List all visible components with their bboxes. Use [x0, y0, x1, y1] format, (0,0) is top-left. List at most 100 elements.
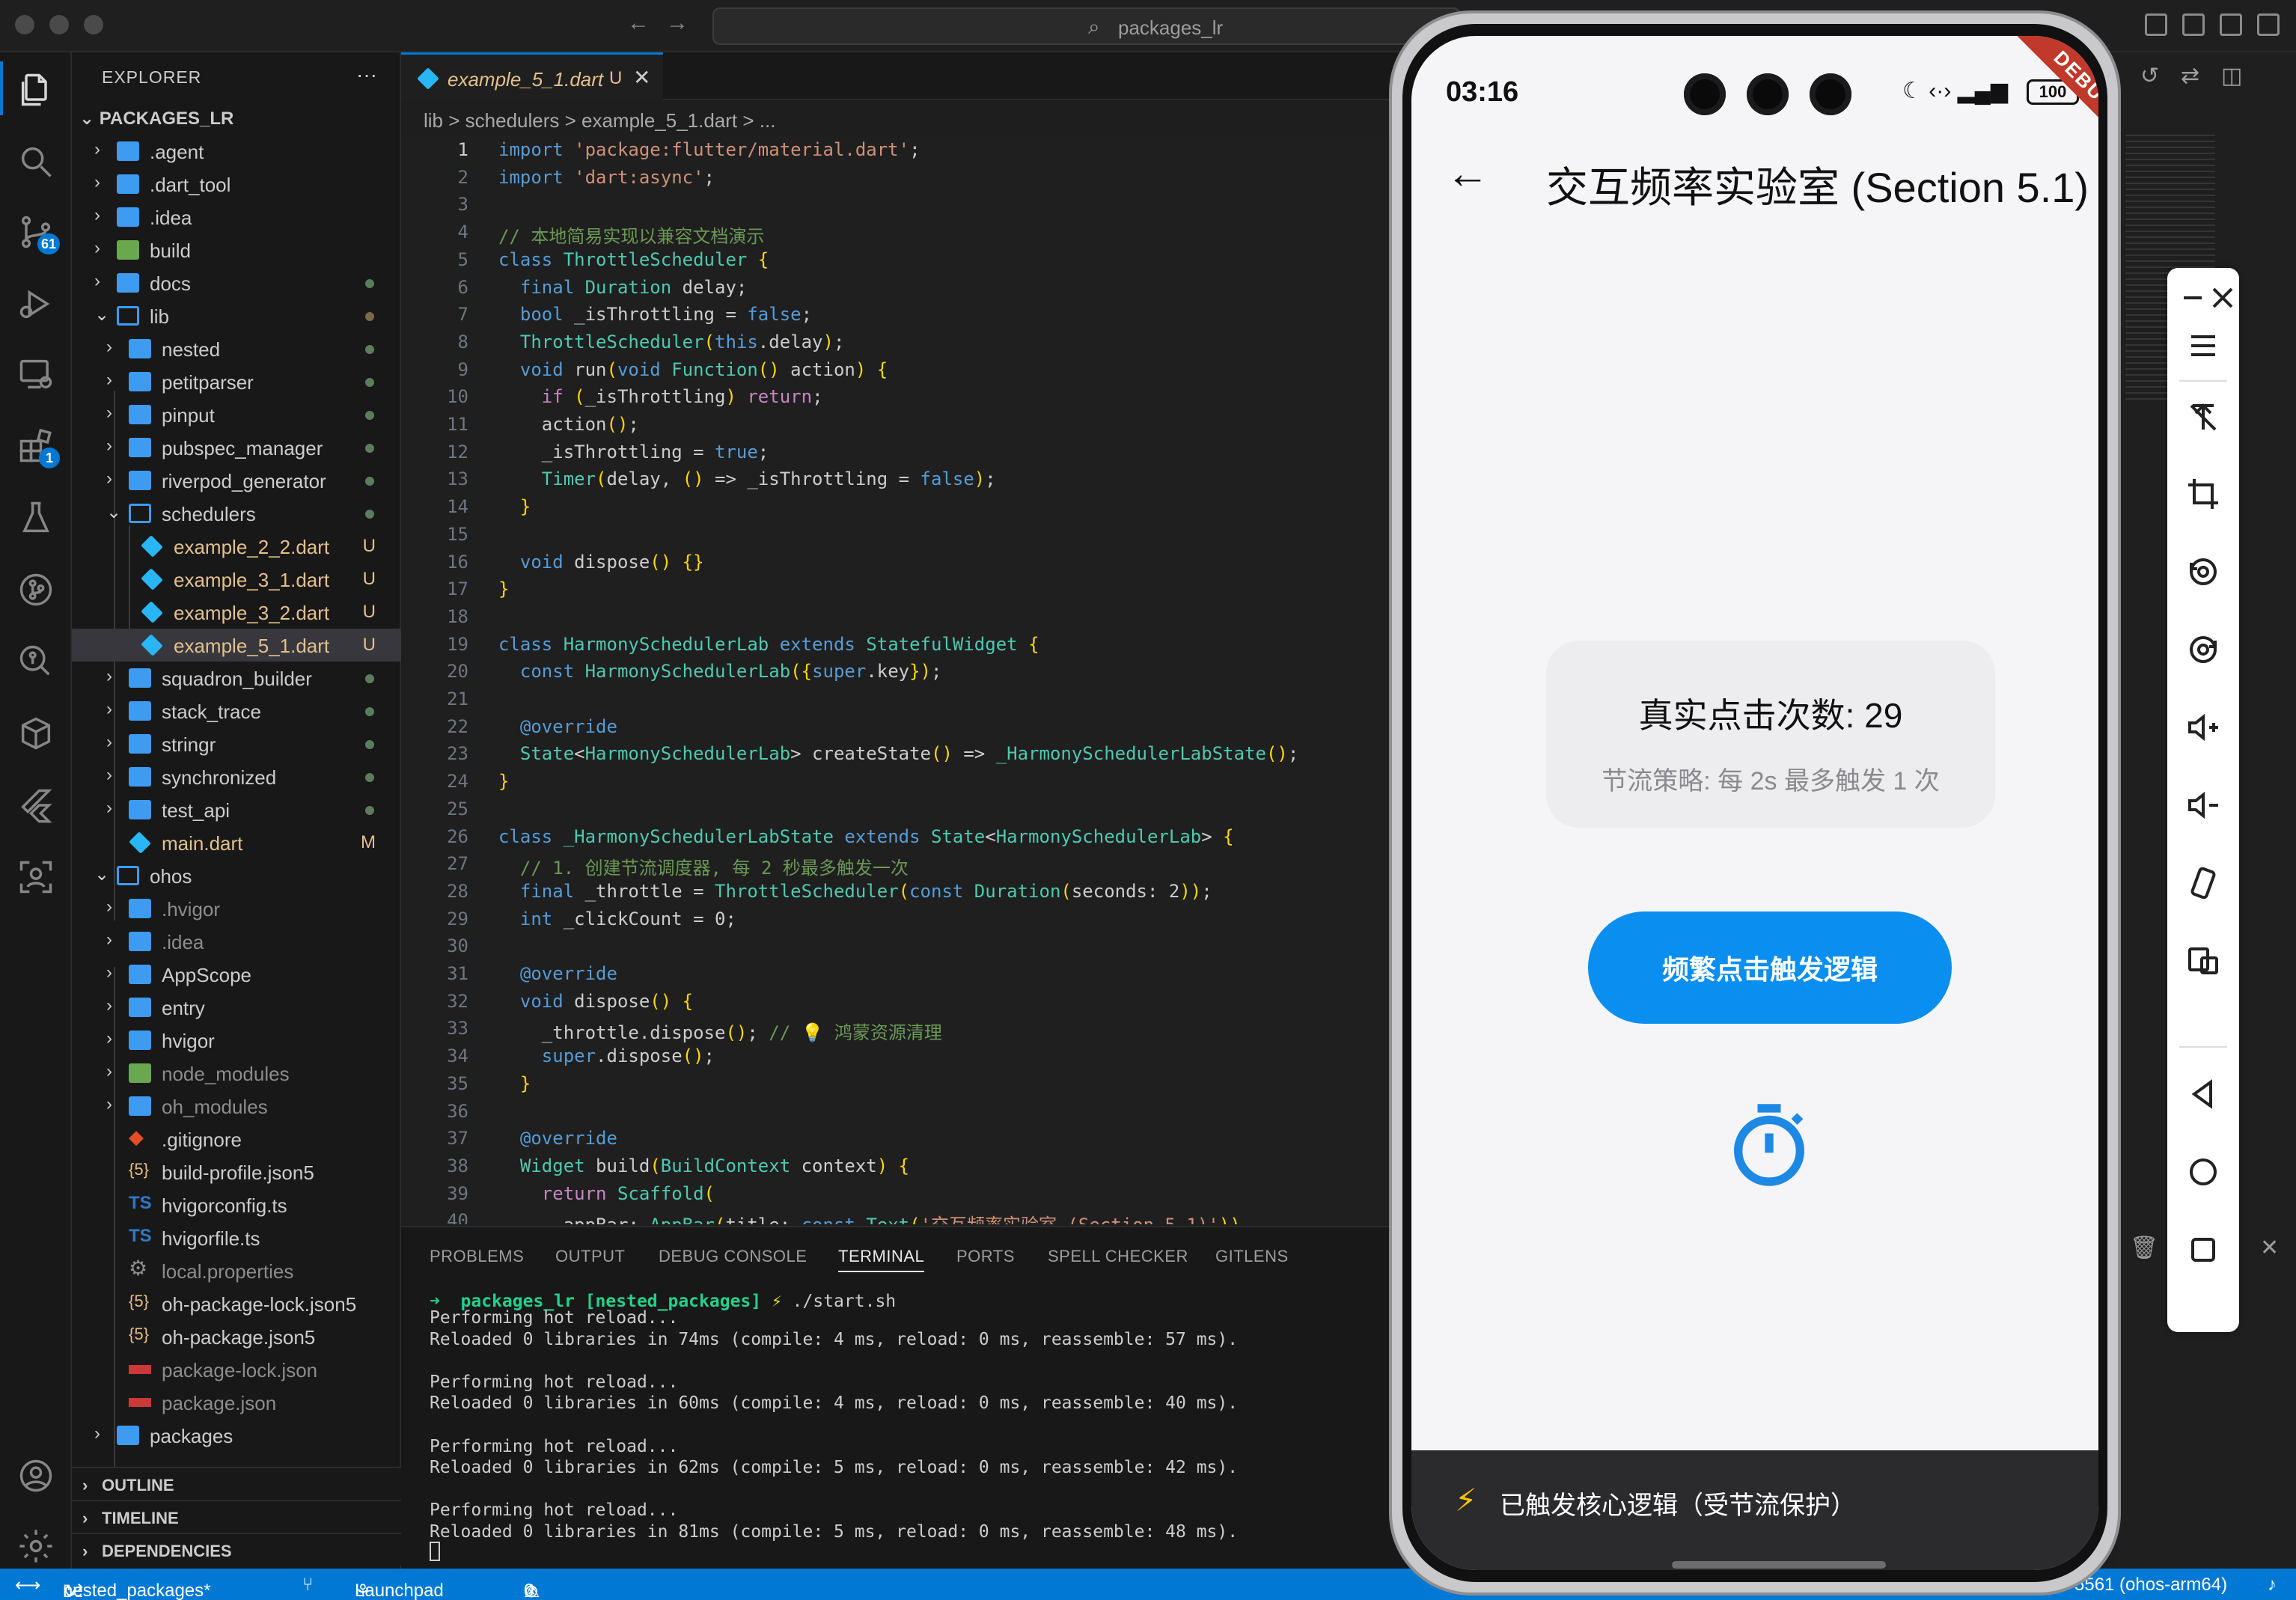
layout-icon[interactable]	[2145, 13, 2167, 36]
zoom-window-button[interactable]	[84, 15, 103, 34]
toggle-panel-icon[interactable]	[2220, 13, 2242, 36]
tree-item-file[interactable]: example_3_2.dart U	[72, 596, 401, 629]
tree-item-file[interactable]: {5} build-profile.json5	[72, 1155, 401, 1188]
back-arrow-icon[interactable]: ←	[627, 10, 650, 36]
scan-face-icon[interactable]	[16, 858, 55, 897]
tree-item-folder[interactable]: › AppScope	[72, 958, 401, 991]
source-control-icon[interactable]: 61	[16, 213, 60, 254]
pin-off-icon[interactable]	[2185, 400, 2221, 436]
split-editor-icon[interactable]: ◫	[2221, 63, 2242, 89]
tree-item-folder[interactable]: › .idea	[72, 201, 401, 233]
tree-item-file[interactable]: main.dart M	[72, 826, 401, 859]
tree-item-file[interactable]: {5} oh-package.json5	[72, 1320, 401, 1353]
tree-item-file[interactable]: TS hvigorfile.ts	[72, 1221, 401, 1254]
tab-example-5-1[interactable]: example_5_1.dart U ✕	[401, 52, 663, 100]
run-debug-icon[interactable]	[16, 284, 55, 323]
gitlens-inspect-icon[interactable]	[16, 642, 55, 681]
remote-explorer-icon[interactable]	[16, 355, 55, 394]
tree-item-folder[interactable]: › .dart_tool	[72, 168, 401, 201]
tree-item-folder[interactable]: › stringr	[72, 727, 401, 760]
testing-flask-icon[interactable]	[16, 498, 55, 537]
tree-item-folder[interactable]: › .hvigor	[72, 892, 401, 925]
menu-icon[interactable]	[2185, 328, 2221, 364]
tab-debug-console[interactable]: DEBUG CONSOLE	[659, 1247, 807, 1266]
close-icon[interactable]: ✕	[633, 65, 650, 90]
close-icon[interactable]	[2205, 280, 2233, 308]
device-selector[interactable]: 5561 (ohos-arm64)	[2074, 1575, 2227, 1596]
back-arrow-icon[interactable]: ←	[1446, 148, 1489, 198]
tab-gitlens[interactable]: GITLENS	[1215, 1247, 1289, 1266]
extensions-icon[interactable]: 1	[16, 427, 60, 468]
dependencies-section[interactable]: › DEPENDENCIES	[72, 1533, 401, 1566]
outline-section[interactable]: › OUTLINE	[72, 1467, 401, 1500]
settings-gear-icon[interactable]	[16, 1527, 55, 1566]
record-icon[interactable]	[2185, 632, 2221, 668]
tree-item-folder[interactable]: › stack_trace	[72, 694, 401, 727]
tree-item-file[interactable]: ⚙ local.properties	[72, 1254, 401, 1287]
toggle-secondary-sidebar-icon[interactable]	[2257, 13, 2280, 36]
crop-screenshot-icon[interactable]	[2185, 476, 2221, 512]
forward-arrow-icon[interactable]: →	[666, 10, 689, 36]
tree-item-folder[interactable]: ⌄ lib	[72, 299, 401, 332]
tree-item-folder[interactable]: ⌄ schedulers	[72, 497, 401, 530]
more-actions-button[interactable]: ···	[356, 63, 377, 87]
containers-icon[interactable]	[16, 714, 55, 753]
nav-back-icon[interactable]	[2185, 1076, 2221, 1112]
tree-item-folder[interactable]: › petitparser	[72, 365, 401, 398]
volume-down-icon[interactable]	[2185, 787, 2221, 823]
search-icon[interactable]	[16, 142, 55, 181]
account-icon[interactable]	[16, 1456, 55, 1495]
tab-terminal[interactable]: TERMINAL	[838, 1247, 925, 1272]
minimize-window-button[interactable]	[49, 15, 69, 34]
trash-icon[interactable]: 🗑	[2130, 1235, 2158, 1261]
tree-item-file[interactable]: TS hvigorconfig.ts	[72, 1188, 401, 1221]
close-panel-icon[interactable]: ✕	[2260, 1235, 2279, 1261]
home-indicator[interactable]	[1672, 1561, 1886, 1569]
tree-item-file[interactable]: ◆ .gitignore	[72, 1123, 401, 1155]
command-center-search[interactable]: ⌕ packages_lr	[712, 7, 1461, 45]
tree-item-folder[interactable]: › oh_modules	[72, 1090, 401, 1123]
remote-icon[interactable]: ⟷	[15, 1575, 40, 1596]
tree-item-file[interactable]: {5} oh-package-lock.json5	[72, 1287, 401, 1320]
tree-item-folder[interactable]: › entry	[72, 991, 401, 1024]
rotate-icon[interactable]	[2185, 554, 2221, 590]
tree-item-folder[interactable]: › build	[72, 233, 401, 266]
flutter-icon[interactable]	[16, 786, 55, 825]
nav-home-icon[interactable]	[2185, 1154, 2221, 1190]
tab-output[interactable]: OUTPUT	[555, 1247, 625, 1266]
tree-item-file[interactable]: package-lock.json	[72, 1353, 401, 1386]
tree-item-file[interactable]: example_2_2.dart U	[72, 530, 401, 563]
code-editor[interactable]: 1 import 'package:flutter/material.dart';…	[401, 135, 1464, 1224]
tree-item-folder[interactable]: › riverpod_generator	[72, 464, 401, 497]
tab-ports[interactable]: PORTS	[956, 1247, 1015, 1266]
tree-item-file[interactable]: package.json	[72, 1386, 401, 1419]
timeline-section[interactable]: › TIMELINE	[72, 1500, 401, 1533]
tree-item-folder[interactable]: › pinput	[72, 398, 401, 431]
tree-item-folder[interactable]: › pubspec_manager	[72, 431, 401, 464]
bell-icon[interactable]: ♪	[2268, 1575, 2277, 1596]
tree-item-file-selected[interactable]: example_5_1.dart U	[72, 629, 401, 662]
tree-item-folder[interactable]: ⌄ ohos	[72, 859, 401, 892]
volume-up-icon[interactable]	[2185, 709, 2221, 745]
source-control-graph-icon[interactable]: ⑂	[302, 1575, 313, 1596]
tree-item-folder[interactable]: › synchronized	[72, 760, 401, 793]
tab-spell-checker[interactable]: SPELL CHECKER	[1048, 1247, 1188, 1266]
tree-item-folder[interactable]: › hvigor	[72, 1024, 401, 1057]
tree-item-folder[interactable]: › nested	[72, 332, 401, 365]
tree-item-folder[interactable]: › packages	[72, 1419, 401, 1452]
workspace-root[interactable]: ⌄ PACKAGES_LR	[79, 108, 233, 129]
tab-problems[interactable]: PROBLEMS	[430, 1247, 524, 1266]
multi-screen-icon[interactable]	[2185, 943, 2221, 979]
close-window-button[interactable]	[15, 15, 34, 34]
tree-item-folder[interactable]: › docs	[72, 266, 401, 299]
tree-item-folder[interactable]: › squadron_builder	[72, 662, 401, 694]
history-icon[interactable]: ↺	[2140, 63, 2159, 89]
shake-icon[interactable]	[2185, 865, 2221, 901]
git-graph-icon[interactable]	[16, 570, 55, 609]
tree-item-folder[interactable]: › test_api	[72, 793, 401, 826]
minimize-icon[interactable]	[2175, 280, 2202, 307]
tree-item-folder[interactable]: › node_modules	[72, 1057, 401, 1090]
trigger-logic-button[interactable]: 频繁点击触发逻辑	[1588, 912, 1952, 1024]
tree-item-file[interactable]: example_3_1.dart U	[72, 563, 401, 596]
explorer-icon[interactable]	[16, 70, 55, 109]
